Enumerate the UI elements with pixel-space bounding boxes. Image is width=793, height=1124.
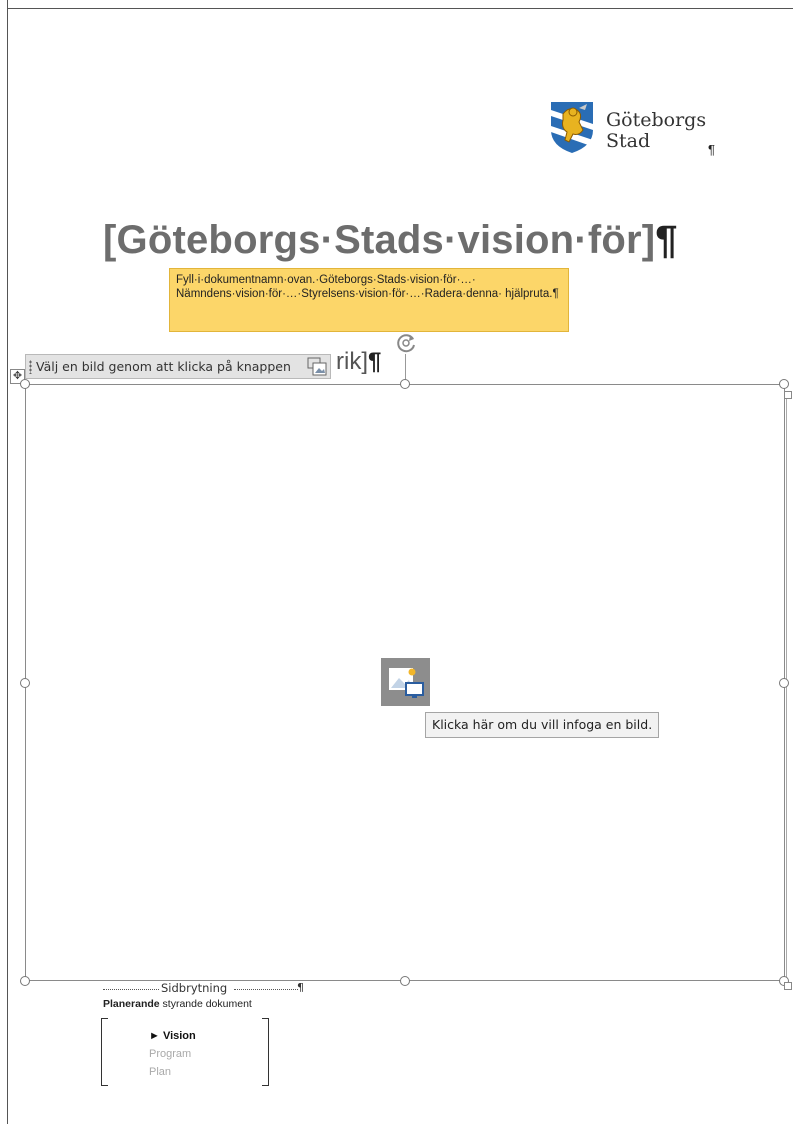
page-break-dots [103,989,159,990]
page-break: Sidbrytning ¶ [103,981,304,996]
bracket-left [101,1018,108,1086]
logo-wordmark: Göteborgs Stad [606,110,706,152]
logo-line-1: Göteborgs [606,109,707,131]
document-title[interactable]: [Göteborgs·Stads·vision·för]¶ [103,218,678,263]
paragraph-mark: ¶ [368,348,382,375]
rotate-handle-icon[interactable] [393,330,419,356]
anchor-marker [784,982,792,990]
content-control-label: Välj en bild genom att klicka på knappen [36,359,291,374]
insert-picture-tooltip: Klicka här om du vill infoga en bild. [425,712,660,738]
resize-handle-top[interactable] [400,379,410,389]
hierarchy-list: ► Vision Program Plan [149,1027,196,1081]
hierarchy-item-program: Program [149,1048,192,1060]
hierarchy-item-plan: Plan [149,1066,172,1078]
resize-handle-left[interactable] [20,678,30,688]
resize-handle-top-right[interactable] [779,379,789,389]
coat-of-arms-icon [551,102,593,153]
help-box[interactable]: Fyll·i·dokumentnamn·ovan.·Göteborgs·Stad… [169,268,569,332]
page-break-label: Sidbrytning [161,981,228,995]
document-type-bold: Planerande [103,998,160,1010]
grip-icon[interactable] [29,360,32,374]
picture-content-control-icon[interactable] [307,357,327,376]
logo-line-2: Stad [606,130,651,152]
document-type: Planerande styrande dokument [103,998,252,1010]
goteborgs-stad-logo: Göteborgs Stad ¶ [549,100,719,160]
paragraph-mark: ¶ [655,218,678,262]
insert-picture-button[interactable] [381,658,430,706]
resize-handle-bottom-left[interactable] [20,976,30,986]
page-break-dots [234,989,298,990]
document-type-rest: styrande dokument [159,998,252,1010]
anchor-marker [784,391,792,399]
resize-handle-right[interactable] [779,678,789,688]
page-edge [7,0,8,1124]
resize-handle-bottom[interactable] [400,976,410,986]
content-control-tab[interactable]: Välj en bild genom att klicka på knappen [25,354,331,379]
paragraph-mark: ¶ [708,142,715,157]
resize-handle-top-left[interactable] [20,379,30,389]
subtitle-text: rik] [336,348,368,375]
document-hierarchy: ► Vision Program Plan [101,1018,269,1086]
insert-picture-icon [389,668,424,698]
paragraph-mark: ¶ [297,981,304,994]
hierarchy-item-vision: ► Vision [149,1030,196,1042]
bracket-right [262,1018,269,1086]
title-text: [Göteborgs·Stads·vision·för] [103,218,656,262]
page-edge-top [7,8,793,9]
